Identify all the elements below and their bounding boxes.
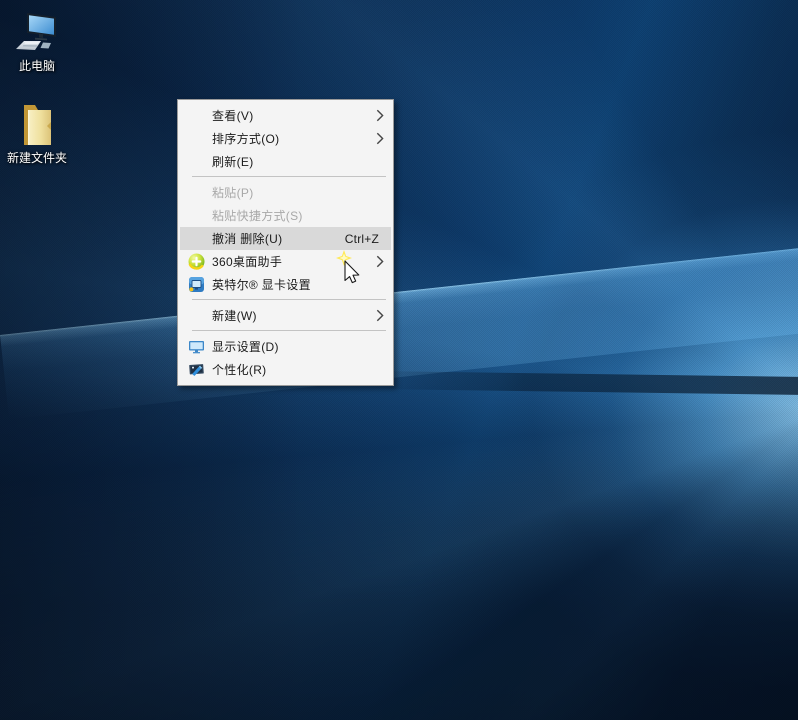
- arrow-pointer-icon: [344, 260, 360, 284]
- this-pc-icon: [14, 8, 60, 56]
- menu-item-new[interactable]: 新建(W): [180, 304, 391, 327]
- desktop-icon-label: 此电脑: [18, 59, 55, 73]
- menu-item-refresh[interactable]: 刷新(E): [180, 150, 391, 173]
- 360-desktop-assistant-icon: [180, 253, 212, 270]
- menu-item-personalize[interactable]: 个性化(R): [180, 358, 391, 381]
- menu-separator: [192, 330, 386, 331]
- personalize-icon: [180, 361, 212, 378]
- desktop-icon-label: 新建文件夹: [6, 151, 67, 165]
- chevron-right-icon: [369, 132, 391, 145]
- menu-item-paste: 粘贴(P): [180, 181, 391, 204]
- menu-item-view[interactable]: 查看(V): [180, 104, 391, 127]
- chevron-right-icon: [369, 109, 391, 122]
- intel-graphics-settings-icon: [180, 276, 212, 293]
- mouse-cursor: [334, 248, 368, 288]
- menu-item-label: 粘贴(P): [212, 186, 254, 200]
- click-effect-sparkle-icon: [336, 250, 352, 266]
- menu-item-display-settings[interactable]: 显示设置(D): [180, 335, 391, 358]
- chevron-right-icon: [369, 255, 391, 268]
- menu-item-label: 查看(V): [212, 109, 254, 123]
- menu-item-label: 粘贴快捷方式(S): [212, 209, 303, 223]
- menu-item-label: 显示设置(D): [212, 340, 279, 354]
- menu-separator: [192, 299, 386, 300]
- menu-item-label: 新建(W): [212, 309, 257, 323]
- menu-item-undo-delete[interactable]: 撤消 删除(U) Ctrl+Z: [180, 227, 391, 250]
- desktop-context-menu: 查看(V) 排序方式(O) 刷新(E) 粘贴(P) 粘贴快捷方式(S) 撤消 删除(U) C…: [177, 99, 394, 386]
- display-settings-icon: [180, 338, 212, 355]
- desktop-icon-this-pc[interactable]: 此电脑: [3, 8, 71, 73]
- windows-desktop: { "desktop": { "icons": [ { "id": "this-…: [0, 0, 798, 720]
- menu-separator: [192, 176, 386, 177]
- menu-item-label: 刷新(E): [212, 155, 254, 169]
- menu-item-shortcut: Ctrl+Z: [344, 231, 379, 246]
- menu-item-label: 排序方式(O): [212, 132, 280, 146]
- folder-icon: [18, 100, 56, 148]
- menu-item-paste-shortcut: 粘贴快捷方式(S): [180, 204, 391, 227]
- desktop-icon-new-folder[interactable]: 新建文件夹: [3, 100, 71, 165]
- desktop-wallpaper: [0, 0, 798, 720]
- chevron-right-icon: [369, 309, 391, 322]
- menu-item-label: 个性化(R): [212, 363, 267, 377]
- menu-item-sort-by[interactable]: 排序方式(O): [180, 127, 391, 150]
- wallpaper-dither-texture: [0, 0, 798, 720]
- menu-item-label: 撤消 删除(U): [212, 232, 283, 246]
